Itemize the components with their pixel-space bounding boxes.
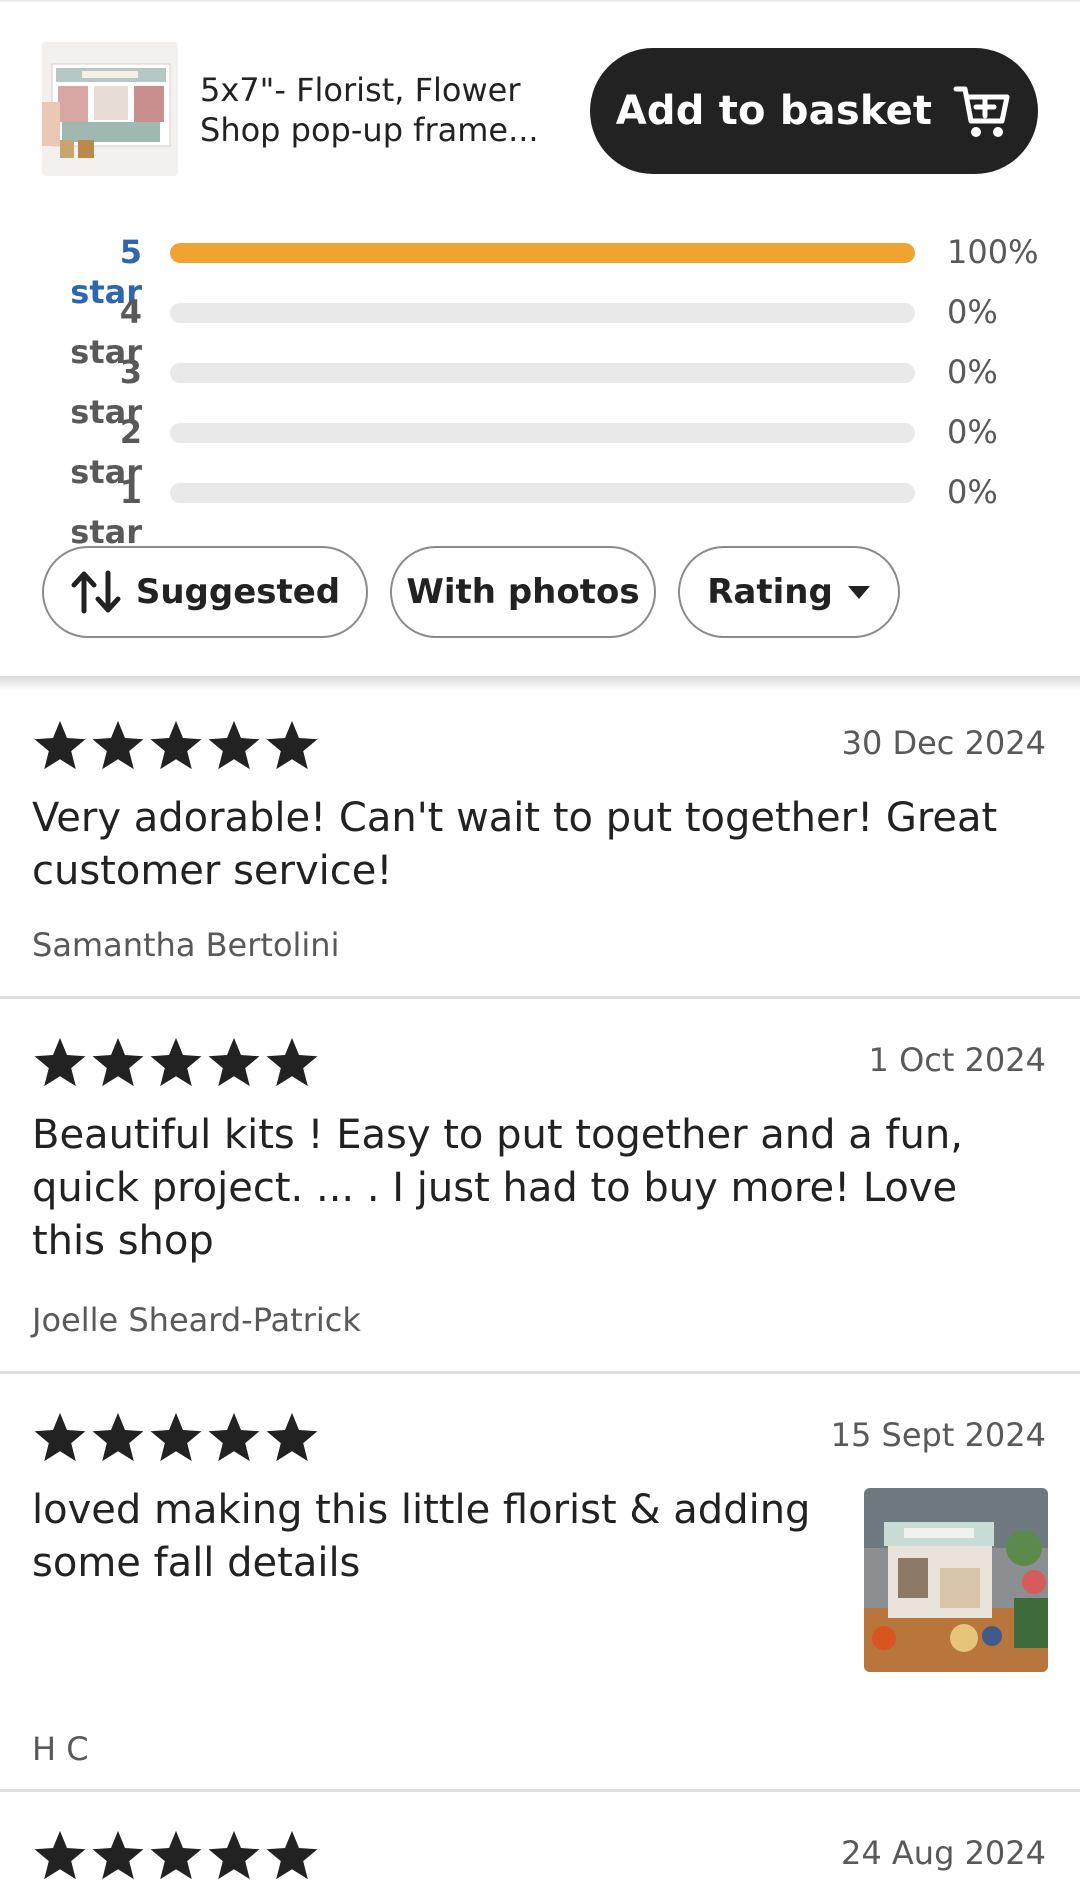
star-rating (32, 718, 320, 772)
sort-arrows-icon (71, 570, 121, 614)
rating-bar-track (170, 243, 915, 263)
rating-row-2: 2 star 0% (0, 412, 1080, 491)
review-text: Beautiful kits ! Easy to put together an… (32, 1112, 963, 1264)
star-rating (32, 1410, 320, 1464)
review-date: 15 Sept 2024 (830, 1416, 1046, 1454)
rating-row-1: 1 star 0% (0, 472, 1080, 551)
caret-down-icon (847, 586, 870, 599)
rating-bar-track (170, 363, 915, 383)
with-photos-filter-button[interactable]: With photos (390, 546, 656, 638)
star-icon (266, 1037, 318, 1087)
with-photos-label: With photos (406, 572, 640, 612)
review-photo[interactable] (864, 1488, 1048, 1672)
rating-bar-track (170, 303, 915, 323)
sort-suggested-button[interactable]: Suggested (42, 546, 368, 638)
add-to-basket-button[interactable]: Add to basket (590, 48, 1038, 174)
review-text: Very adorable! Can't wait to put togethe… (32, 795, 998, 894)
product-title[interactable]: 5x7"- Florist, Flower Shop pop-up frame.… (200, 70, 570, 150)
rating-bar-track (170, 483, 915, 503)
review-date: 1 Oct 2024 (868, 1041, 1046, 1079)
review-text: loved making this little florist & addin… (32, 1487, 811, 1586)
add-to-basket-label: Add to basket (615, 88, 933, 134)
star-icon (92, 720, 144, 770)
rating-row-percent: 0% (947, 353, 998, 391)
star-icon (150, 720, 202, 770)
rating-row-label: 1 star (70, 473, 142, 551)
star-icon (208, 1037, 260, 1087)
review-author[interactable]: H C (32, 1730, 89, 1768)
star-icon (208, 1412, 260, 1462)
review-date: 30 Dec 2024 (841, 724, 1046, 762)
rating-row-4: 4 star 0% (0, 292, 1080, 371)
sort-suggested-label: Suggested (135, 572, 341, 612)
star-icon (92, 1412, 144, 1462)
rating-row-percent: 0% (947, 293, 998, 331)
star-icon (150, 1412, 202, 1462)
star-icon (266, 1412, 318, 1462)
review-item: 30 Dec 2024 Very adorable! Can't wait to… (0, 682, 1080, 999)
review-author[interactable]: Samantha Bertolini (32, 926, 339, 964)
review-author[interactable]: Joelle Sheard-Patrick (32, 1301, 361, 1339)
rating-row-percent: 0% (947, 413, 998, 451)
rating-row-5[interactable]: 5 star 100% (0, 232, 1080, 311)
star-icon (34, 720, 86, 770)
product-thumbnail[interactable] (42, 42, 178, 176)
star-icon (34, 1412, 86, 1462)
rating-filter-dropdown[interactable]: Rating (678, 546, 900, 638)
star-rating (32, 1035, 320, 1089)
review-date: 24 Aug 2024 (841, 1834, 1046, 1872)
review-filters: Suggested With photos Rating (0, 546, 1080, 642)
product-thumbnail-image (42, 42, 178, 176)
rating-filter-label: Rating (707, 572, 833, 612)
cart-plus-icon (953, 86, 1010, 137)
star-icon (92, 1037, 144, 1087)
star-icon (266, 720, 318, 770)
review-item: 1 Oct 2024 Beautiful kits ! Easy to put … (0, 999, 1080, 1374)
review-photo-image (864, 1488, 1048, 1672)
star-icon (34, 1037, 86, 1087)
review-item: 15 Sept 2024 loved making this little fl… (0, 1374, 1080, 1792)
rating-bar-track (170, 423, 915, 443)
rating-bar-fill (170, 243, 915, 263)
review-item: 24 Aug 2024 (0, 1792, 1080, 1892)
star-icon (150, 1037, 202, 1087)
product-header: 5x7"- Florist, Flower Shop pop-up frame.… (0, 0, 1080, 210)
rating-row-percent: 100% (947, 233, 1039, 271)
rating-row-percent: 0% (947, 473, 998, 511)
star-icon (208, 720, 260, 770)
rating-row-3: 3 star 0% (0, 352, 1080, 431)
